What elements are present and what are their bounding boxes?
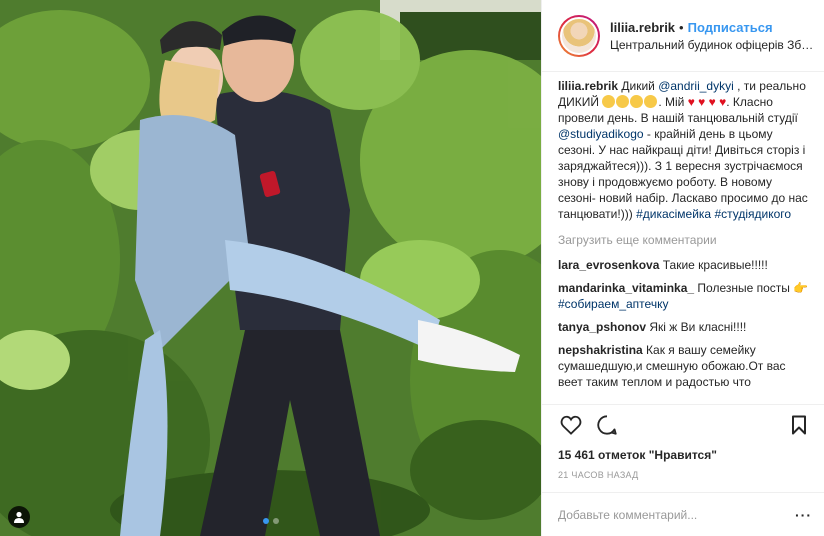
like-button[interactable] — [558, 412, 584, 438]
post-timestamp[interactable]: 21 ЧАСОВ НАЗАД — [542, 466, 824, 488]
likes-count[interactable]: 15 461 отметок "Нравится" — [542, 444, 824, 466]
location-link[interactable]: Центральний будинок офіцерів Збройних Си… — [610, 38, 815, 52]
caption-text: Дикий — [621, 79, 659, 93]
user-tag-button[interactable] — [8, 506, 30, 528]
avatar-image — [560, 16, 598, 55]
comment-username[interactable]: lara_evrosenkova — [558, 258, 659, 272]
comment-username[interactable]: nepshakristina — [558, 343, 643, 357]
header-text: liliia.rebrik • Подписаться Центральний … — [610, 20, 815, 52]
post-header: liliia.rebrik • Подписаться Центральний … — [542, 0, 824, 72]
comment-text: Полезные посты — [697, 281, 790, 295]
comment-button[interactable] — [594, 412, 620, 438]
comment-item: lara_evrosenkova Такие красивые!!!!! — [558, 257, 812, 273]
comment-item: mandarinka_vitaminka_ Полезные посты 👉 #… — [558, 280, 812, 312]
emoji-icon — [616, 95, 630, 108]
caption-hashtag-1[interactable]: #дикасімейка — [636, 207, 711, 221]
carousel-dot — [272, 518, 279, 524]
heart-emoji: ♥ — [708, 95, 716, 109]
carousel-indicator — [0, 518, 541, 524]
emoji-icon — [630, 95, 644, 108]
save-button[interactable] — [786, 412, 812, 438]
post-caption: liliia.rebrik Дикий @andrii_dykyi , ти р… — [558, 78, 812, 222]
comment-text: Які ж Ви класні!!!! — [649, 320, 747, 334]
action-bar — [542, 404, 824, 444]
comment-icon — [597, 414, 617, 435]
caption-mention-1[interactable]: @andrii_dykyi — [658, 79, 734, 93]
add-comment-bar: ··· — [542, 492, 824, 536]
bookmark-icon — [792, 415, 806, 434]
comment-item: nepshakristina Как я вашу семейку сумаше… — [558, 342, 812, 390]
post-sidebar: liliia.rebrik • Подписаться Центральний … — [541, 0, 824, 536]
instagram-post: liliia.rebrik • Подписаться Центральний … — [0, 0, 824, 536]
load-more-comments[interactable]: Загрузить еще комментарии — [558, 232, 812, 248]
heart-emoji: ♥ — [687, 95, 695, 109]
comment-username[interactable]: mandarinka_vitaminka_ — [558, 281, 694, 295]
comment-item: tanya_pshonov Які ж Ви класні!!!! — [558, 319, 812, 335]
pointing-hand-emoji: 👉 — [793, 281, 809, 295]
comment-hashtag[interactable]: #собираем_аптечку — [558, 297, 668, 311]
follow-button[interactable]: Подписаться — [688, 20, 773, 35]
emoji-icon — [602, 95, 616, 108]
avatar[interactable] — [558, 14, 600, 57]
comment-username[interactable]: tanya_pshonov — [558, 320, 646, 334]
more-options-icon[interactable]: ··· — [795, 507, 812, 523]
comments-list: liliia.rebrik Дикий @andrii_dykyi , ти р… — [542, 72, 824, 404]
heart-icon — [560, 415, 582, 435]
heart-emoji: ♥ — [698, 95, 706, 109]
emoji-icon — [644, 95, 658, 108]
header-line: liliia.rebrik • Подписаться — [610, 20, 814, 35]
carousel-dot-active — [262, 518, 269, 524]
caption-username[interactable]: liliia.rebrik — [558, 79, 618, 93]
comment-input[interactable] — [558, 507, 778, 522]
caption-mention-2[interactable]: @studiyadikogo — [558, 127, 644, 141]
post-photo[interactable] — [0, 0, 541, 536]
header-separator: • — [679, 19, 684, 35]
comment-text: Такие красивые!!!!! — [662, 258, 768, 272]
author-username[interactable]: liliia.rebrik — [610, 20, 675, 35]
photo-scene — [0, 0, 541, 536]
caption-hashtag-2[interactable]: #студіядикого — [714, 207, 791, 221]
caption-text: . Мій — [658, 95, 688, 109]
